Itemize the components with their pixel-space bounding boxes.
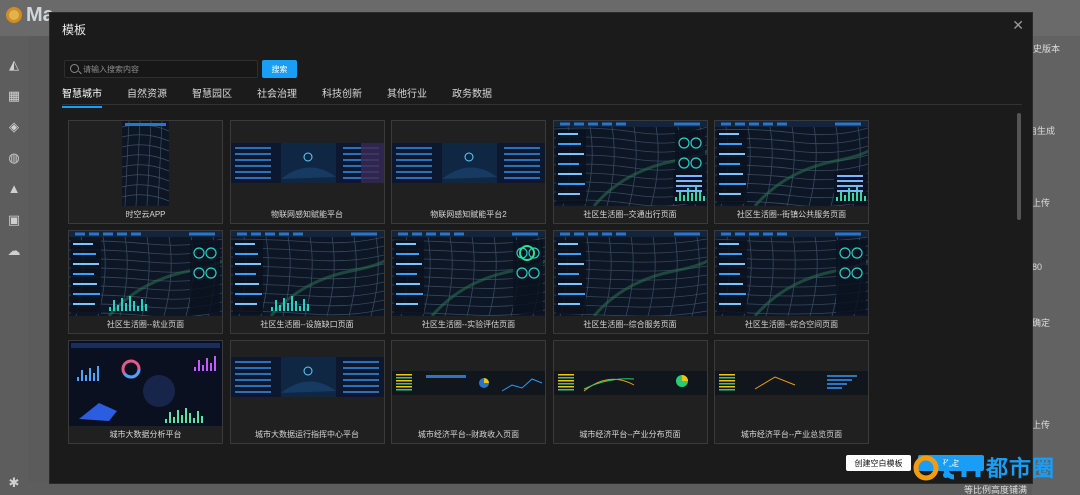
app-right-panel: 历史版本 自生成 上传 80 确定 上传 <box>1024 36 1080 495</box>
template-card[interactable]: 社区生活圈--街镇公共服务页面 <box>714 120 869 224</box>
tab-tech-innovation[interactable]: 科技创新 <box>322 85 362 103</box>
tag-icon[interactable]: ◈ <box>6 120 22 134</box>
template-thumbnail <box>69 341 222 426</box>
watermark-text: 都市圈 <box>986 456 1056 481</box>
search-input[interactable] <box>83 62 255 76</box>
template-card[interactable]: 物联网感知赋能平台 <box>229 120 385 224</box>
template-card[interactable]: 城市大数据分析平台 <box>68 340 223 444</box>
tab-smart-city[interactable]: 智慧城市 <box>62 85 102 108</box>
template-label: 社区生活圈--设施缺口页面 <box>260 320 354 329</box>
template-grid: 时空云APP 物联网感知赋能平台 物联网感知赋能平台2 社区生活圈--交通出行页面 社区… <box>68 120 870 448</box>
template-modal: 模板 ✕ 搜索 智慧城市 自然资源 智慧园区 社会治理 科技创新 其他行业 政务… <box>49 12 1033 484</box>
template-card[interactable]: 社区生活圈--实验评估页面 <box>391 230 546 334</box>
template-card[interactable]: 城市经济平台--财政收入页面 <box>391 340 546 444</box>
template-thumbnail <box>69 121 222 206</box>
image-icon[interactable]: ▣ <box>6 213 22 227</box>
app-logo-icon <box>6 7 22 23</box>
value-field[interactable]: 80 <box>1032 262 1042 272</box>
tab-divider <box>62 104 1022 105</box>
template-card[interactable]: 社区生活圈--交通出行页面 <box>552 120 708 224</box>
template-card[interactable]: 物联网感知赋能平台2 <box>391 120 546 224</box>
template-label: 物联网感知赋能平台 <box>271 210 343 219</box>
template-label: 城市经济平台--产业总览页面 <box>740 430 843 439</box>
bug-icon[interactable]: ✱ <box>6 476 22 490</box>
template-label: 社区生活圈--综合服务页面 <box>583 320 677 329</box>
shapes-icon[interactable]: ▲ <box>6 182 22 196</box>
template-thumbnail <box>715 121 868 206</box>
confirm-link[interactable]: 确定 <box>1032 316 1050 329</box>
template-thumbnail <box>69 231 222 316</box>
grid-scrollbar[interactable] <box>1017 113 1021 220</box>
template-thumbnail <box>715 231 868 316</box>
template-card[interactable]: 城市经济平台--产业总览页面 <box>714 340 869 444</box>
tab-smart-park[interactable]: 智慧园区 <box>192 85 232 103</box>
template-thumbnail <box>230 121 384 206</box>
template-label: 时空云APP <box>125 210 166 219</box>
close-icon[interactable]: ✕ <box>1012 17 1024 34</box>
upload-link[interactable]: 上传 <box>1032 196 1050 209</box>
create-blank-template-button[interactable]: 创建空白模板 <box>846 455 911 471</box>
tab-natural-resources[interactable]: 自然资源 <box>127 85 167 103</box>
template-thumbnail <box>553 121 707 206</box>
search-box <box>64 60 258 78</box>
template-thumbnail <box>715 341 868 426</box>
template-card[interactable]: 时空云APP <box>68 120 223 224</box>
template-thumbnail <box>230 341 384 426</box>
template-card[interactable]: 社区生活圈--综合服务页面 <box>552 230 708 334</box>
template-thumbnail <box>392 341 545 426</box>
watermark: 都市圈 <box>912 451 1080 485</box>
tab-social-governance[interactable]: 社会治理 <box>257 85 297 103</box>
template-label: 社区生活圈--交通出行页面 <box>583 210 677 219</box>
search-icon <box>70 64 79 73</box>
template-thumbnail <box>553 231 707 316</box>
watermark-logo-icon <box>913 455 981 481</box>
cloud-upload-icon[interactable]: ☁ <box>6 244 22 258</box>
template-label: 城市经济平台--产业分布页面 <box>579 430 681 439</box>
search-button[interactable]: 搜索 <box>262 60 297 78</box>
template-label: 城市大数据分析平台 <box>109 430 182 439</box>
template-card[interactable]: 社区生活圈--设施缺口页面 <box>229 230 385 334</box>
template-label: 城市大数据运行指挥中心平台 <box>255 430 359 439</box>
tab-government-data[interactable]: 政务数据 <box>452 85 492 103</box>
tab-other-industries[interactable]: 其他行业 <box>387 85 427 103</box>
table-icon[interactable]: ▦ <box>6 89 22 103</box>
upload-link-2[interactable]: 上传 <box>1032 418 1050 431</box>
globe-icon[interactable]: ◍ <box>6 151 22 165</box>
template-label: 社区生活圈--综合空间页面 <box>744 320 839 329</box>
template-thumbnail <box>230 231 384 316</box>
template-label: 物联网感知赋能平台2 <box>430 210 507 219</box>
template-label: 城市经济平台--财政收入页面 <box>417 430 520 439</box>
template-label: 社区生活圈--街镇公共服务页面 <box>736 210 847 219</box>
modal-title: 模板 <box>62 23 87 37</box>
template-label: 社区生活圈--就业页面 <box>106 320 185 329</box>
area-chart-icon[interactable]: ◭ <box>6 58 22 72</box>
app-sidebar: ◭ ▦ ◈ ◍ ▲ ▣ ☁ ✱ <box>0 36 28 495</box>
category-tabs: 智慧城市 自然资源 智慧园区 社会治理 科技创新 其他行业 政务数据 <box>62 85 517 108</box>
template-thumbnail <box>392 231 545 316</box>
template-thumbnail <box>553 341 707 426</box>
template-label: 社区生活圈--实验评估页面 <box>421 320 516 329</box>
template-card[interactable]: 社区生活圈--就业页面 <box>68 230 223 334</box>
template-card[interactable]: 城市经济平台--产业分布页面 <box>552 340 708 444</box>
template-card[interactable]: 城市大数据运行指挥中心平台 <box>229 340 385 444</box>
template-card[interactable]: 社区生活圈--综合空间页面 <box>714 230 869 334</box>
template-thumbnail <box>392 121 545 206</box>
